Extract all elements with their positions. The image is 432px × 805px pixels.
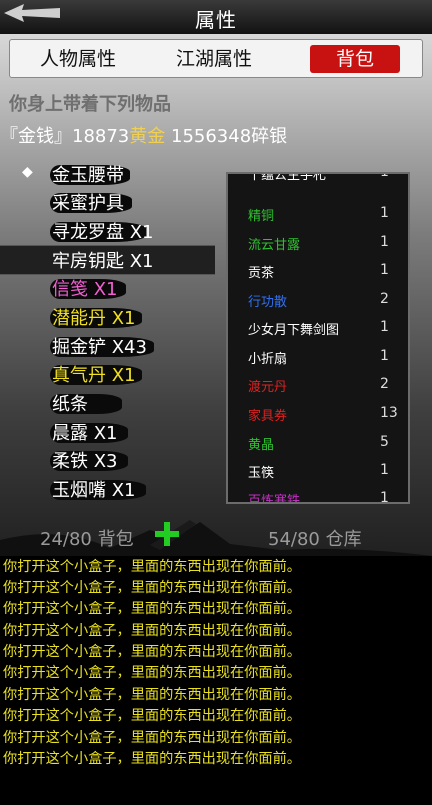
list-item[interactable]: 玉烟嘴 X1	[0, 475, 215, 503]
list-item[interactable]: ◆ 金玉腰带	[0, 160, 215, 188]
item-name: 纸条	[52, 394, 88, 415]
log-line: 你打开这个小盒子，里面的东西出现在你面前。	[3, 580, 301, 596]
list-item-selected[interactable]: 牢房钥匙 X1	[0, 245, 215, 275]
storage-item[interactable]: 渡元丹 2	[248, 376, 398, 398]
storage-item[interactable]: 行功散 2	[248, 291, 398, 313]
item-name: 黄晶	[248, 438, 275, 453]
backpack-count: 24/80 背包	[40, 529, 134, 550]
item-name: 小折扇	[248, 352, 288, 367]
item-name: 牢房钥匙 X1	[52, 251, 154, 272]
log-line: 你打开这个小盒子，里面的东西出现在你面前。	[3, 687, 301, 703]
storage-item-panel[interactable]: 千蕴公主手札 1 精铜 1 流云甘露 1 贡茶 1 行功散 2 少女月下舞剑图 1 小折扇 1…	[226, 172, 410, 504]
plus-bar-vertical	[164, 522, 170, 546]
list-item[interactable]: 潜能丹 X1	[0, 303, 215, 331]
item-name: 精铜	[248, 209, 275, 224]
item-name: 行功散	[248, 295, 288, 310]
item-name: 玉筷	[248, 466, 275, 481]
item-qty: 1	[380, 319, 389, 335]
item-qty: 5	[380, 434, 389, 450]
item-qty: 1	[380, 262, 389, 278]
item-name: 潜能丹 X1	[52, 308, 136, 329]
storage-item[interactable]: 小折扇 1	[248, 348, 398, 370]
list-item[interactable]: 采蜜护具	[0, 188, 215, 216]
item-qty: 1	[380, 234, 389, 250]
tab-character-attributes[interactable]: 人物属性	[24, 45, 132, 73]
header-bar: 属性	[0, 0, 432, 34]
item-name: 玉烟嘴 X1	[52, 480, 136, 501]
item-name: 采蜜护具	[52, 193, 124, 214]
log-line: 你打开这个小盒子，里面的东西出现在你面前。	[3, 623, 301, 639]
item-name: 柔铁 X3	[52, 451, 118, 472]
list-item[interactable]: 真气丹 X1	[0, 360, 215, 388]
item-qty: 1	[380, 172, 389, 180]
storage-count[interactable]: 54/80 仓库	[268, 525, 362, 551]
storage-item[interactable]: 精铜 1	[248, 205, 398, 227]
item-name: 流云甘露	[248, 238, 301, 253]
item-name: 少女月下舞剑图	[248, 323, 340, 338]
backpack-item-list: ◆ 金玉腰带 采蜜护具 寻龙罗盘 X1 牢房钥匙 X1 信笺 X1 潜能丹 X1…	[0, 160, 215, 505]
item-qty: 2	[380, 291, 389, 307]
item-name: 贡茶	[248, 266, 275, 281]
gold-word: 黄金	[129, 126, 166, 147]
log-line: 你打开这个小盒子，里面的东西出现在你面前。	[3, 708, 301, 724]
tab-jianghu-attributes[interactable]: 江湖属性	[160, 45, 268, 73]
item-qty: 1	[380, 205, 389, 221]
money-label: 『金钱』	[0, 126, 72, 147]
item-name: 千蕴公主手札	[248, 172, 327, 183]
storage-item[interactable]: 流云甘露 1	[248, 234, 398, 256]
item-qty: 1	[380, 462, 389, 478]
log-line: 你打开这个小盒子，里面的东西出现在你面前。	[3, 751, 301, 767]
item-qty: 13	[380, 405, 398, 421]
tab-backpack[interactable]: 背包	[310, 45, 400, 73]
item-name: 寻龙罗盘 X1	[52, 222, 154, 243]
log-line: 你打开这个小盒子，里面的东西出现在你面前。	[3, 559, 301, 575]
log-line: 你打开这个小盒子，里面的东西出现在你面前。	[3, 665, 301, 681]
money-line: 『金钱』18873黄金 1556348碎银	[0, 122, 287, 148]
storage-item[interactable]: 千蕴公主手札 1	[248, 172, 398, 186]
list-item[interactable]: 柔铁 X3	[0, 446, 215, 474]
message-log: 你打开这个小盒子，里面的东西出现在你面前。 你打开这个小盒子，里面的东西出现在你…	[0, 556, 432, 805]
log-line: 你打开这个小盒子，里面的东西出现在你面前。	[3, 601, 301, 617]
tab-bar: 人物属性 江湖属性 背包	[9, 39, 423, 78]
storage-item[interactable]: 贡茶 1	[248, 262, 398, 284]
storage-item[interactable]: 玉筷 1	[248, 462, 398, 484]
storage-item[interactable]: 黄晶 5	[248, 434, 398, 456]
list-item[interactable]: 纸条	[0, 389, 215, 417]
item-qty: 2	[380, 376, 389, 392]
gold-value: 18873	[72, 126, 130, 147]
storage-item[interactable]: 少女月下舞剑图 1	[248, 319, 398, 341]
item-qty: 1	[380, 348, 389, 364]
item-name: 真气丹 X1	[52, 365, 136, 386]
list-item[interactable]: 晨露 X1	[0, 418, 215, 446]
list-item[interactable]: 寻龙罗盘 X1	[0, 217, 215, 245]
log-line: 你打开这个小盒子，里面的东西出现在你面前。	[3, 730, 301, 746]
log-line: 你打开这个小盒子，里面的东西出现在你面前。	[3, 644, 301, 660]
item-name: 信笺 X1	[52, 279, 118, 300]
page-title: 属性	[195, 8, 237, 32]
plus-icon[interactable]	[155, 522, 179, 546]
silver-value: 1556348碎银	[171, 126, 288, 147]
diamond-bullet-icon: ◆	[22, 164, 33, 180]
item-name: 掘金铲 X43	[52, 337, 147, 358]
item-name: 家具券	[248, 409, 288, 424]
list-item[interactable]: 信笺 X1	[0, 274, 215, 302]
storage-item[interactable]: 家具券 13	[248, 405, 398, 427]
item-name: 晨露 X1	[52, 423, 118, 444]
item-name: 渡元丹	[248, 380, 288, 395]
list-item[interactable]: 掘金铲 X43	[0, 332, 215, 360]
carry-heading: 你身上带着下列物品	[9, 94, 171, 115]
item-name: 金玉腰带	[52, 165, 124, 186]
